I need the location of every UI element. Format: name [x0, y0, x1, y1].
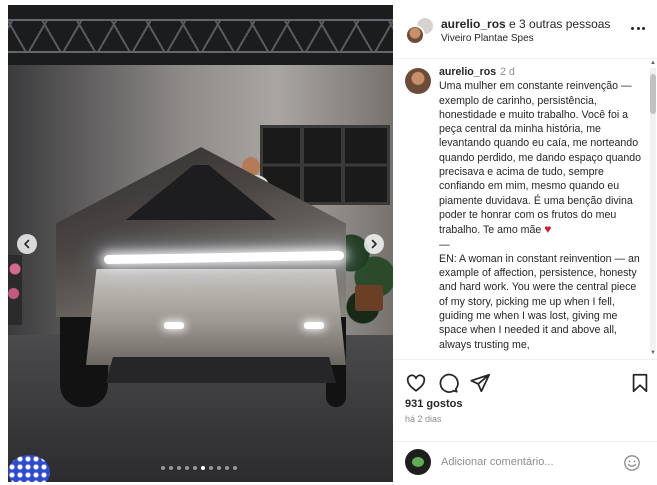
carousel-dot: [161, 466, 165, 470]
photo-pot: [355, 285, 383, 311]
photo-flowers: [8, 255, 22, 325]
caption: aurelio_ros 2 d Uma mulher em constante r…: [439, 65, 645, 352]
add-comment-bar: [393, 441, 657, 482]
emoji-icon[interactable]: [623, 454, 641, 472]
post-header: aurelio_ros e 3 outras pessoas Viveiro P…: [393, 5, 657, 59]
co-authors-text[interactable]: e 3 outras pessoas: [506, 17, 610, 31]
heart-icon[interactable]: [405, 372, 427, 394]
carousel-dot: [201, 466, 205, 470]
chevron-right-icon: [371, 239, 377, 249]
carousel-dot: [225, 466, 229, 470]
post-time[interactable]: há 2 dias: [405, 414, 442, 424]
carousel-dot: [209, 466, 213, 470]
post-actions: 931 gostos há 2 dias: [393, 359, 657, 449]
author-username[interactable]: aurelio_ros: [441, 17, 506, 31]
post-photo[interactable]: [8, 5, 393, 482]
comment-input[interactable]: [441, 452, 611, 472]
comments-area[interactable]: aurelio_ros 2 d Uma mulher em constante r…: [393, 60, 657, 358]
carousel-dot: [169, 466, 173, 470]
share-icon[interactable]: [469, 372, 491, 394]
photo-truck: [46, 147, 346, 407]
heart-emoji: ♥: [544, 222, 552, 237]
photo-balloon: [8, 455, 50, 482]
carousel-dot: [233, 466, 237, 470]
scroll-down-icon[interactable]: ▼: [650, 350, 656, 356]
comments-scrollbar[interactable]: ▲ ▼: [648, 60, 656, 356]
carousel-dots: [161, 466, 237, 470]
more-horizontal-icon[interactable]: [631, 27, 645, 31]
avatar[interactable]: [405, 449, 431, 475]
avatar[interactable]: [405, 68, 431, 94]
caption-time[interactable]: 2 d: [500, 66, 515, 78]
location-link[interactable]: Viveiro Plantae Spes: [441, 33, 534, 44]
scroll-up-icon[interactable]: ▲: [650, 60, 656, 66]
scrollbar-thumb[interactable]: [650, 74, 656, 114]
caption-text: Uma mulher em constante reinvenção — exe…: [439, 79, 645, 237]
caption-separator: —: [439, 238, 450, 251]
bookmark-icon[interactable]: [629, 372, 651, 394]
caption-text-pt: Uma mulher em constante reinvenção — exe…: [439, 80, 644, 237]
carousel-dot: [193, 466, 197, 470]
carousel-next-button[interactable]: [364, 234, 384, 254]
carousel-dot: [185, 466, 189, 470]
carousel-dot: [177, 466, 181, 470]
avatar[interactable]: [405, 25, 425, 45]
chevron-left-icon: [24, 239, 30, 249]
caption-text-en: EN: A woman in constant reinvention — an…: [439, 252, 643, 351]
likes-count[interactable]: 931 gostos: [405, 398, 462, 410]
carousel-prev-button[interactable]: [17, 234, 37, 254]
carousel-dot: [217, 466, 221, 470]
comment-icon[interactable]: [437, 372, 459, 394]
caption-username[interactable]: aurelio_ros: [439, 66, 496, 78]
post-side-panel: aurelio_ros e 3 outras pessoas Viveiro P…: [393, 5, 657, 482]
photo-truss: [8, 19, 393, 53]
post-authors: aurelio_ros e 3 outras pessoas: [441, 17, 610, 31]
